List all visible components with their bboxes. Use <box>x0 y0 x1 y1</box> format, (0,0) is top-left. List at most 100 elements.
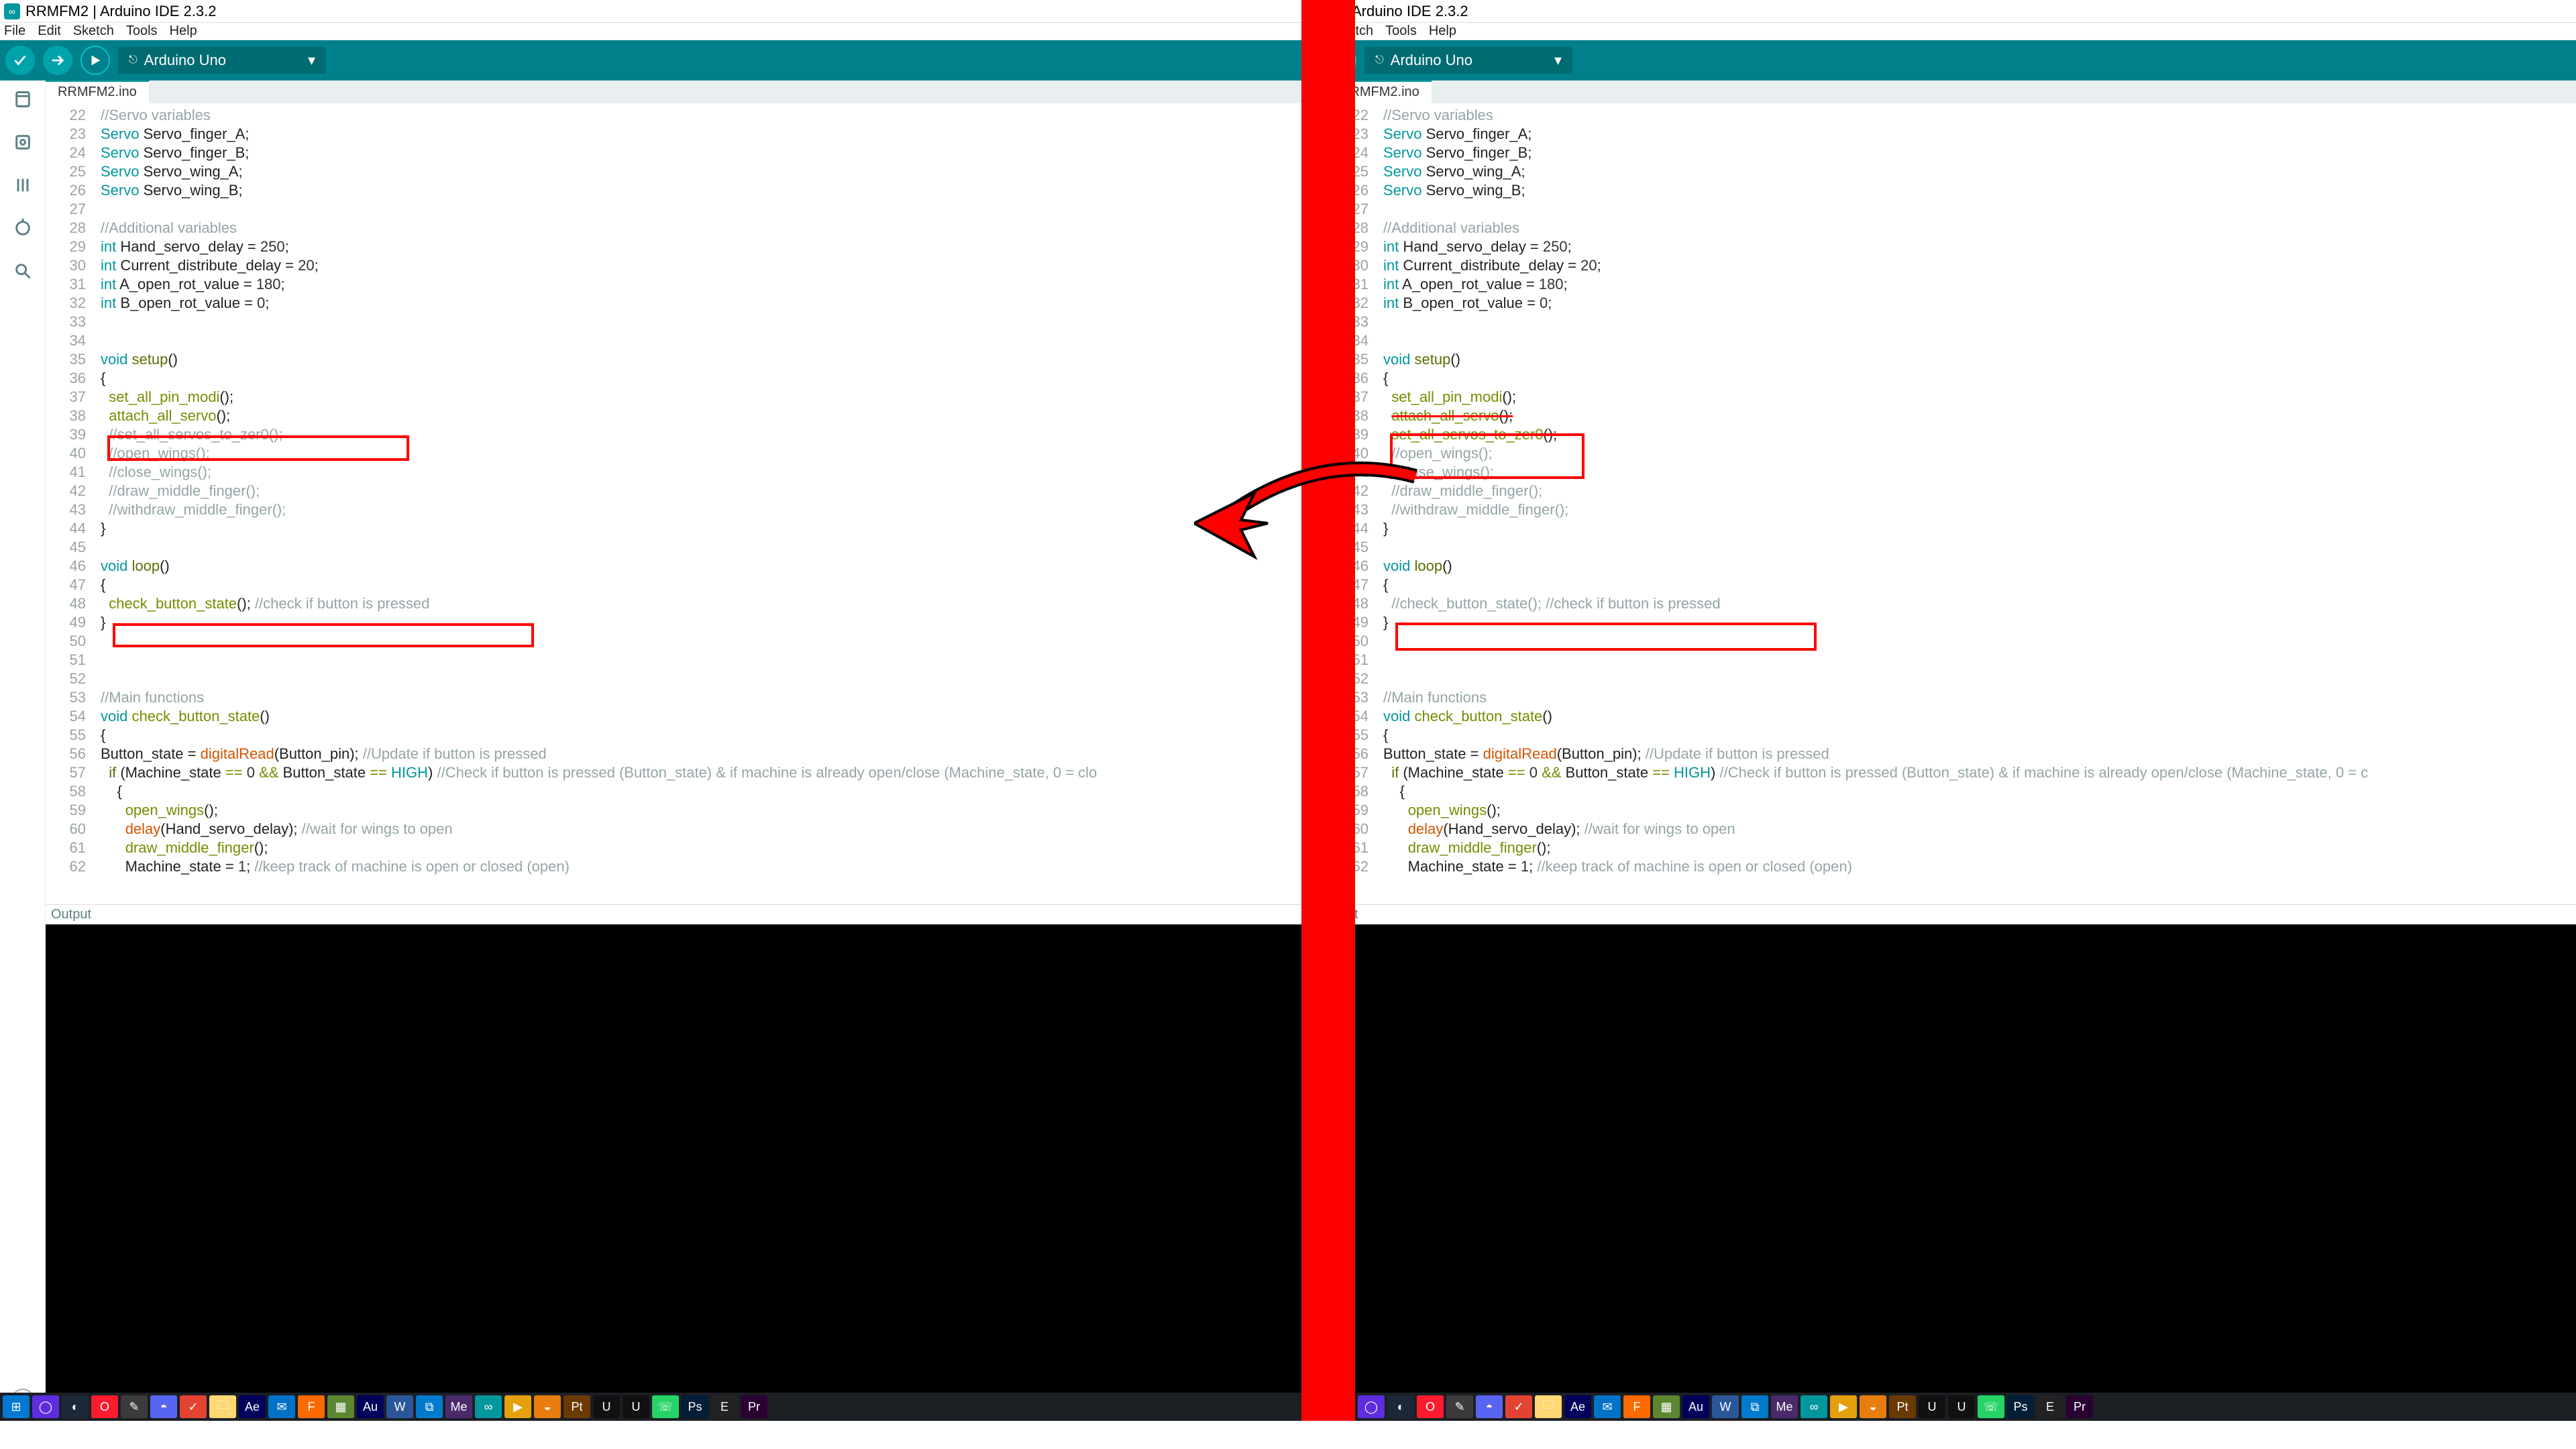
code-line[interactable]: 60 delay(Hand_servo_delay); //wait for w… <box>1355 820 2576 839</box>
code-line[interactable]: 24Servo Servo_finger_B; <box>1355 144 2576 162</box>
task-plex-icon[interactable]: ▶ <box>1830 1395 1857 1418</box>
task-whatsapp-icon[interactable]: ☏ <box>1978 1395 2004 1418</box>
task-explorer-icon[interactable]: 🗀 <box>209 1395 236 1418</box>
code-line[interactable]: 39 //set_all_servos_to_zer0(); <box>46 425 1301 444</box>
task-cortana-icon[interactable]: ◯ <box>32 1395 59 1418</box>
code-line[interactable]: 50 <box>46 632 1301 651</box>
code-line[interactable]: 45 <box>1355 538 2576 557</box>
task-opera-icon[interactable]: O <box>1417 1395 1444 1418</box>
task-todoist-icon[interactable]: ✓ <box>180 1395 207 1418</box>
code-line[interactable]: 32int B_open_rot_value = 0; <box>46 294 1301 313</box>
code-line[interactable]: 28//Additional variables <box>46 219 1301 237</box>
task-arduino-icon[interactable]: ∞ <box>475 1395 502 1418</box>
menu-tools[interactable]: Tools <box>126 23 158 39</box>
code-line[interactable]: 51 <box>46 651 1301 669</box>
code-line[interactable]: 40 //open_wings(); <box>46 444 1301 463</box>
code-line[interactable]: 24Servo Servo_finger_B; <box>46 144 1301 162</box>
tab-file[interactable]: RRMFM2.ino <box>1355 80 1432 103</box>
menu-sketch[interactable]: Sketch <box>1355 23 1373 39</box>
code-line[interactable]: 23Servo Servo_finger_A; <box>46 125 1301 144</box>
menu-tools[interactable]: Tools <box>1385 23 1417 39</box>
task-minecraft-icon[interactable]: ▦ <box>327 1395 354 1418</box>
code-line[interactable]: 37 set_all_pin_modi(); <box>1355 388 2576 407</box>
code-line[interactable]: 41 //close_wings(); <box>1355 463 2576 482</box>
code-line[interactable]: 37 set_all_pin_modi(); <box>46 388 1301 407</box>
task-steam-icon[interactable]: ◐ <box>1387 1395 1414 1418</box>
code-line[interactable]: 43 //withdraw_middle_finger(); <box>46 500 1301 519</box>
task-arduino-icon[interactable]: ∞ <box>1801 1395 1827 1418</box>
task-whatsapp-icon[interactable]: ☏ <box>652 1395 679 1418</box>
code-line[interactable]: 53//Main functions <box>1355 688 2576 707</box>
task-krita-icon[interactable]: ✎ <box>121 1395 148 1418</box>
code-line[interactable]: 34 <box>46 331 1301 350</box>
code-line[interactable]: 44} <box>46 519 1301 538</box>
task-plex-icon[interactable]: ▶ <box>504 1395 531 1418</box>
menu-sketch[interactable]: Sketch <box>73 23 114 39</box>
code-line[interactable]: 29int Hand_servo_delay = 250; <box>1355 237 2576 256</box>
code-line[interactable]: 22//Servo variables <box>46 106 1301 125</box>
task-epic-icon[interactable]: E <box>711 1395 738 1418</box>
code-line[interactable]: 30int Current_distribute_delay = 20; <box>1355 256 2576 275</box>
code-line[interactable]: 52 <box>46 669 1301 688</box>
code-line[interactable]: 27 <box>46 200 1301 219</box>
verify-button[interactable] <box>5 46 35 75</box>
code-line[interactable]: 42 //draw_middle_finger(); <box>46 482 1301 500</box>
code-line[interactable]: 34 <box>1355 331 2576 350</box>
code-line[interactable]: 62 Machine_state = 1; //keep track of ma… <box>46 857 1301 876</box>
code-line[interactable]: 40 //open_wings(); <box>1355 444 2576 463</box>
task-start-icon[interactable]: ⊞ <box>3 1395 30 1418</box>
library-manager-icon[interactable] <box>11 173 35 197</box>
debug-button[interactable] <box>1355 46 1356 75</box>
task-opera-icon[interactable]: O <box>91 1395 118 1418</box>
code-line[interactable]: 62 Machine_state = 1; //keep track of ma… <box>1355 857 2576 876</box>
code-line[interactable]: 47{ <box>1355 576 2576 594</box>
code-line[interactable]: 43 //withdraw_middle_finger(); <box>1355 500 2576 519</box>
code-line[interactable]: 54void check_button_state() <box>46 707 1301 726</box>
task-vscode-icon[interactable]: ⧉ <box>1741 1395 1768 1418</box>
task-pt-icon[interactable]: Pt <box>1889 1395 1916 1418</box>
task-discord-icon[interactable]: ◓ <box>1476 1395 1503 1418</box>
code-line[interactable]: 44} <box>1355 519 2576 538</box>
code-line[interactable]: 39 set_all_servos_to_zer0(); <box>1355 425 2576 444</box>
menu-help[interactable]: Help <box>1429 23 1456 39</box>
code-line[interactable]: 42 //draw_middle_finger(); <box>1355 482 2576 500</box>
code-line[interactable]: 61 draw_middle_finger(); <box>46 839 1301 857</box>
sketchbook-icon[interactable] <box>11 87 35 111</box>
task-pr-icon[interactable]: Pr <box>2066 1395 2093 1418</box>
menu-edit[interactable]: Edit <box>38 23 60 39</box>
boards-manager-icon[interactable] <box>11 130 35 154</box>
task-ae-icon[interactable]: Ae <box>1564 1395 1591 1418</box>
code-line[interactable]: 60 delay(Hand_servo_delay); //wait for w… <box>46 820 1301 839</box>
task-steam-icon[interactable]: ◐ <box>62 1395 89 1418</box>
code-line[interactable]: 56Button_state = digitalRead(Button_pin)… <box>46 745 1301 763</box>
code-line[interactable]: 57 if (Machine_state == 0 && Button_stat… <box>1355 763 2576 782</box>
code-line[interactable]: 56Button_state = digitalRead(Button_pin)… <box>1355 745 2576 763</box>
code-line[interactable]: 52 <box>1355 669 2576 688</box>
code-line[interactable]: 54void check_button_state() <box>1355 707 2576 726</box>
code-line[interactable]: 35void setup() <box>1355 350 2576 369</box>
menu-file[interactable]: File <box>4 23 25 39</box>
task-outlook-icon[interactable]: ✉ <box>268 1395 295 1418</box>
code-line[interactable]: 61 draw_middle_finger(); <box>1355 839 2576 857</box>
task-outlook-icon[interactable]: ✉ <box>1594 1395 1621 1418</box>
task-word-icon[interactable]: W <box>386 1395 413 1418</box>
task-ps-icon[interactable]: Ps <box>2007 1395 2034 1418</box>
code-line[interactable]: 31int A_open_rot_value = 180; <box>46 275 1301 294</box>
task-fusion-icon[interactable]: F <box>298 1395 325 1418</box>
code-line[interactable]: 25Servo Servo_wing_A; <box>46 162 1301 181</box>
code-line[interactable]: 57 if (Machine_state == 0 && Button_stat… <box>46 763 1301 782</box>
code-line[interactable]: 58 { <box>1355 782 2576 801</box>
code-line[interactable]: 46void loop() <box>46 557 1301 576</box>
debug-panel-icon[interactable] <box>11 216 35 240</box>
board-selector[interactable]: ⎋ Arduino Uno ▾ <box>1364 47 1572 74</box>
code-line[interactable]: 26Servo Servo_wing_B; <box>46 181 1301 200</box>
task-blender-icon[interactable]: ◒ <box>1860 1395 1886 1418</box>
task-ue2-icon[interactable]: U <box>1948 1395 1975 1418</box>
code-line[interactable]: 59 open_wings(); <box>46 801 1301 820</box>
code-line[interactable]: 50 <box>1355 632 2576 651</box>
code-line[interactable]: 38 attach_all_servo(); <box>1355 407 2576 425</box>
code-line[interactable]: 51 <box>1355 651 2576 669</box>
task-ae-icon[interactable]: Ae <box>239 1395 266 1418</box>
task-me-icon[interactable]: Me <box>1771 1395 1798 1418</box>
debug-button[interactable] <box>80 46 110 75</box>
